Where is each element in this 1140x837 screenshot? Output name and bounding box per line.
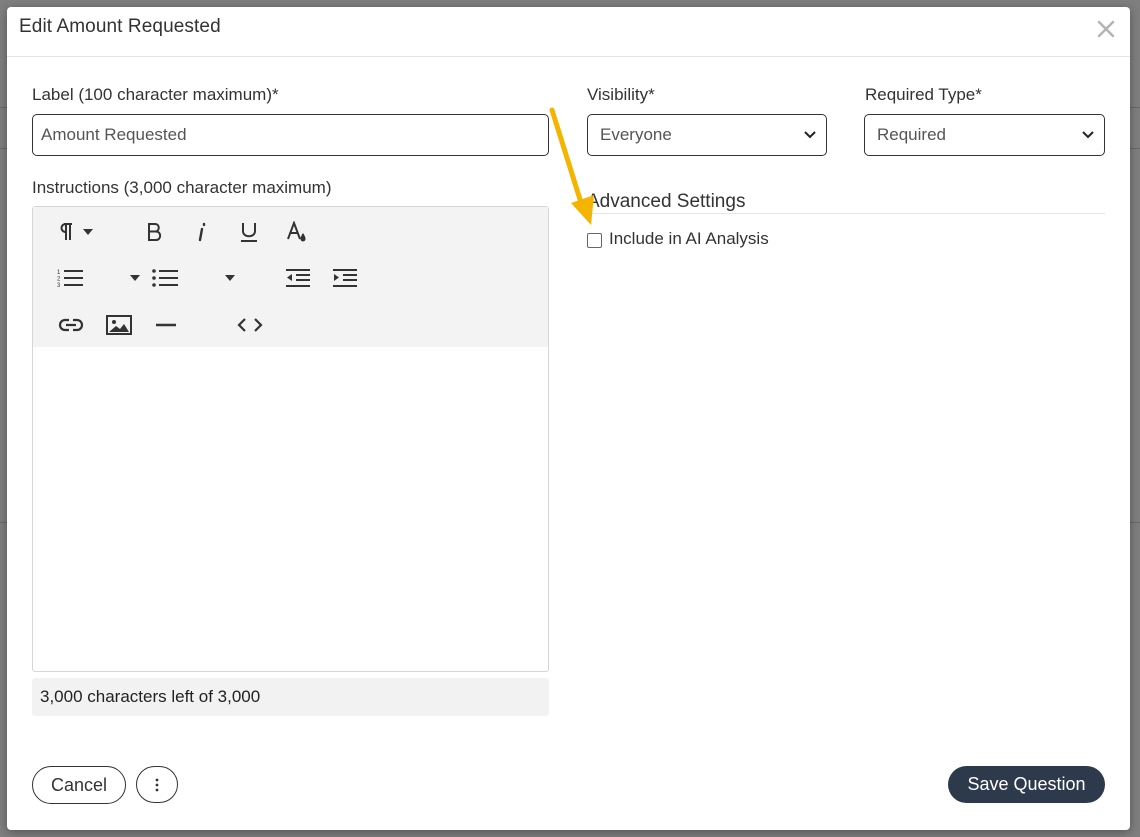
font-color-icon[interactable] (282, 217, 312, 247)
outdent-icon[interactable] (283, 263, 313, 293)
visibility-selected-value: Everyone (600, 125, 672, 144)
horizontal-rule-icon[interactable] (151, 310, 181, 340)
dialog-title: Edit Amount Requested (19, 16, 221, 37)
link-icon[interactable] (56, 310, 86, 340)
editor-content-area[interactable] (33, 347, 548, 671)
unordered-list-icon[interactable] (150, 263, 180, 293)
close-icon[interactable] (1094, 17, 1118, 41)
instructions-editor: 123 (32, 206, 549, 672)
cancel-button[interactable]: Cancel (32, 766, 126, 804)
more-vertical-icon[interactable] (136, 766, 178, 803)
bold-icon[interactable] (139, 217, 169, 247)
ai-analysis-label: Include in AI Analysis (609, 229, 769, 248)
chevron-down-icon (1082, 115, 1094, 155)
required-type-label: Required Type* (865, 85, 982, 104)
annotation-arrow-icon (549, 107, 594, 225)
caret-down-icon[interactable] (128, 271, 142, 285)
underline-icon[interactable] (234, 217, 264, 247)
dialog-header: Edit Amount Requested (7, 7, 1130, 57)
edit-question-dialog: Edit Amount Requested Label (100 charact… (7, 7, 1130, 830)
indent-icon[interactable] (330, 263, 360, 293)
required-type-selected-value: Required (877, 125, 946, 144)
svg-text:3: 3 (57, 283, 61, 288)
visibility-select[interactable]: Everyone (587, 114, 827, 156)
save-question-button[interactable]: Save Question (948, 766, 1105, 803)
visibility-label: Visibility* (587, 85, 655, 104)
instructions-label: Instructions (3,000 character maximum) (32, 178, 332, 197)
required-type-select[interactable]: Required (864, 114, 1105, 156)
chevron-down-icon (804, 115, 816, 155)
italic-icon[interactable] (187, 217, 217, 247)
label-input[interactable] (32, 114, 549, 156)
ordered-list-icon[interactable]: 123 (55, 263, 85, 293)
image-icon[interactable] (104, 310, 134, 340)
char-count: 3,000 characters left of 3,000 (32, 678, 549, 716)
editor-toolbar: 123 (33, 207, 548, 347)
code-view-icon[interactable] (235, 310, 265, 340)
svg-text:2: 2 (57, 277, 61, 283)
advanced-settings-title: Advanced Settings (587, 191, 746, 212)
label-field-label: Label (100 character maximum)* (32, 85, 279, 104)
advanced-settings-divider (587, 213, 1105, 214)
caret-down-icon[interactable] (223, 271, 237, 285)
svg-text:1: 1 (57, 270, 61, 276)
paragraph-icon[interactable] (51, 217, 81, 247)
caret-down-icon[interactable] (81, 225, 95, 239)
